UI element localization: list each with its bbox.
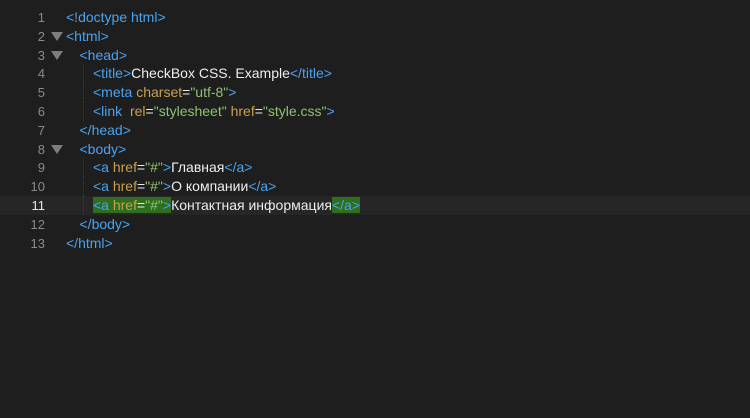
- code-token-attr: href: [112, 197, 137, 213]
- code-token-tag: </a>: [248, 178, 277, 195]
- code-token-tag: </html>: [66, 234, 113, 251]
- code-token-tag: <a: [93, 178, 113, 195]
- code-token-txt: =: [136, 178, 146, 195]
- code-token-tag: <a: [93, 197, 113, 213]
- fold-arrow-icon[interactable]: [51, 31, 63, 41]
- code-line[interactable]: 12 </body>: [0, 215, 750, 234]
- line-number: 11: [31, 198, 46, 213]
- code-text[interactable]: </body>: [80, 215, 131, 234]
- code-line[interactable]: 5 <meta charset="utf-8">: [0, 83, 750, 103]
- line-number: 4: [37, 66, 45, 82]
- code-token-txt: =: [136, 159, 146, 176]
- code-line[interactable]: 11 <a href="#">Контактная информация</a>: [0, 196, 750, 215]
- code-token-tag: </a>: [224, 159, 253, 176]
- code-token-txt: Контактная информация: [171, 197, 332, 213]
- code-token-tag: <head>: [79, 46, 128, 63]
- code-text[interactable]: <meta charset="utf-8">: [93, 83, 236, 102]
- line-number: 6: [37, 104, 45, 119]
- code-token-attr: charset: [136, 84, 183, 101]
- code-token-str: "stylesheet": [153, 103, 227, 119]
- code-token-txt: О компании: [171, 178, 249, 195]
- line-number: 9: [37, 160, 45, 176]
- code-line[interactable]: 13 </html>: [0, 234, 750, 253]
- code-token-txt: Главная: [171, 159, 225, 176]
- code-token-tag: </a>: [331, 197, 360, 213]
- code-token-str: "style.css": [262, 103, 327, 119]
- code-token-tag: <html>: [66, 27, 109, 44]
- code-text[interactable]: <html>: [66, 27, 109, 46]
- code-line[interactable]: 7 </head>: [0, 121, 750, 140]
- code-line[interactable]: 4 <title>CheckBox CSS. Example</title>: [0, 64, 750, 84]
- code-token-attr: href: [112, 178, 137, 195]
- code-editor[interactable]: 1 <!doctype html> 2 <html> 3 <head> 4 <title>Ch…: [0, 0, 750, 418]
- line-number: 3: [37, 47, 45, 63]
- code-token-attr: rel: [129, 103, 146, 119]
- code-token-txt: =: [145, 103, 154, 119]
- code-text[interactable]: <link rel="stylesheet" href="style.css">: [93, 102, 335, 121]
- code-line[interactable]: 8 <body>: [0, 140, 750, 159]
- code-token-str: "#": [145, 178, 163, 195]
- code-token-tag: </title>: [289, 65, 332, 82]
- code-token-tag: <title>: [93, 65, 132, 82]
- code-text[interactable]: <head>: [80, 46, 128, 65]
- code-token-str: "#": [145, 159, 163, 176]
- indent-guide: [82, 177, 84, 197]
- code-token-tag: <meta: [93, 84, 137, 101]
- code-text[interactable]: <a href="#">О компании</a>: [93, 177, 276, 196]
- code-token-txt: =: [136, 197, 146, 213]
- code-line[interactable]: 3 <head>: [0, 46, 750, 65]
- code-token-attr: href: [230, 103, 255, 119]
- code-token-tag: <a: [93, 159, 113, 176]
- code-line[interactable]: 9 <a href="#">Главная</a>: [0, 158, 750, 178]
- code-text[interactable]: </head>: [80, 121, 131, 140]
- line-number: 10: [30, 179, 45, 195]
- code-text[interactable]: <a href="#">Главная</a>: [93, 158, 252, 177]
- code-token-str: "utf-8": [190, 84, 229, 101]
- code-token-tag: </head>: [79, 121, 131, 138]
- fold-arrow-icon[interactable]: [51, 50, 63, 60]
- indent-guide: [82, 102, 84, 121]
- code-token-tag: >: [228, 84, 237, 101]
- code-token-txt: CheckBox CSS. Example: [131, 65, 290, 82]
- code-text[interactable]: <body>: [80, 140, 127, 159]
- code-token-attr: href: [112, 159, 137, 176]
- fold-arrow-icon[interactable]: [51, 144, 63, 154]
- code-line[interactable]: 1 <!doctype html>: [0, 8, 750, 27]
- indent-guide: [82, 196, 84, 215]
- code-token-tag: >: [326, 103, 335, 119]
- code-token-tag: >: [162, 197, 172, 213]
- code-token-tag: <!doctype html>: [66, 9, 166, 25]
- line-number: 7: [37, 122, 45, 138]
- code-text[interactable]: <!doctype html>: [66, 8, 166, 27]
- code-token-tag: >: [162, 159, 172, 176]
- code-line[interactable]: 10 <a href="#">О компании</a>: [0, 177, 750, 197]
- line-number: 12: [30, 216, 45, 232]
- code-text[interactable]: </html>: [66, 234, 113, 253]
- code-text[interactable]: <title>CheckBox CSS. Example</title>: [93, 64, 332, 83]
- code-token-tag: >: [162, 178, 172, 195]
- indent-guide: [82, 83, 84, 103]
- indent-guide: [82, 158, 84, 178]
- line-number: 13: [30, 235, 45, 251]
- indent-guide: [82, 64, 84, 84]
- code-token-tag: <body>: [79, 140, 127, 157]
- line-number: 2: [37, 28, 45, 44]
- code-token-str: "#": [145, 197, 163, 213]
- line-number: 5: [37, 85, 45, 101]
- line-number: 1: [37, 10, 45, 25]
- code-line[interactable]: 2 <html>: [0, 27, 750, 46]
- code-token-tag: <link: [93, 103, 130, 119]
- code-line[interactable]: 6 <link rel="stylesheet" href="style.css"…: [0, 102, 750, 121]
- code-token-tag: </body>: [79, 215, 131, 232]
- code-token-txt: =: [254, 103, 263, 119]
- line-number: 8: [37, 141, 45, 157]
- code-text[interactable]: <a href="#">Контактная информация</a>: [93, 196, 360, 215]
